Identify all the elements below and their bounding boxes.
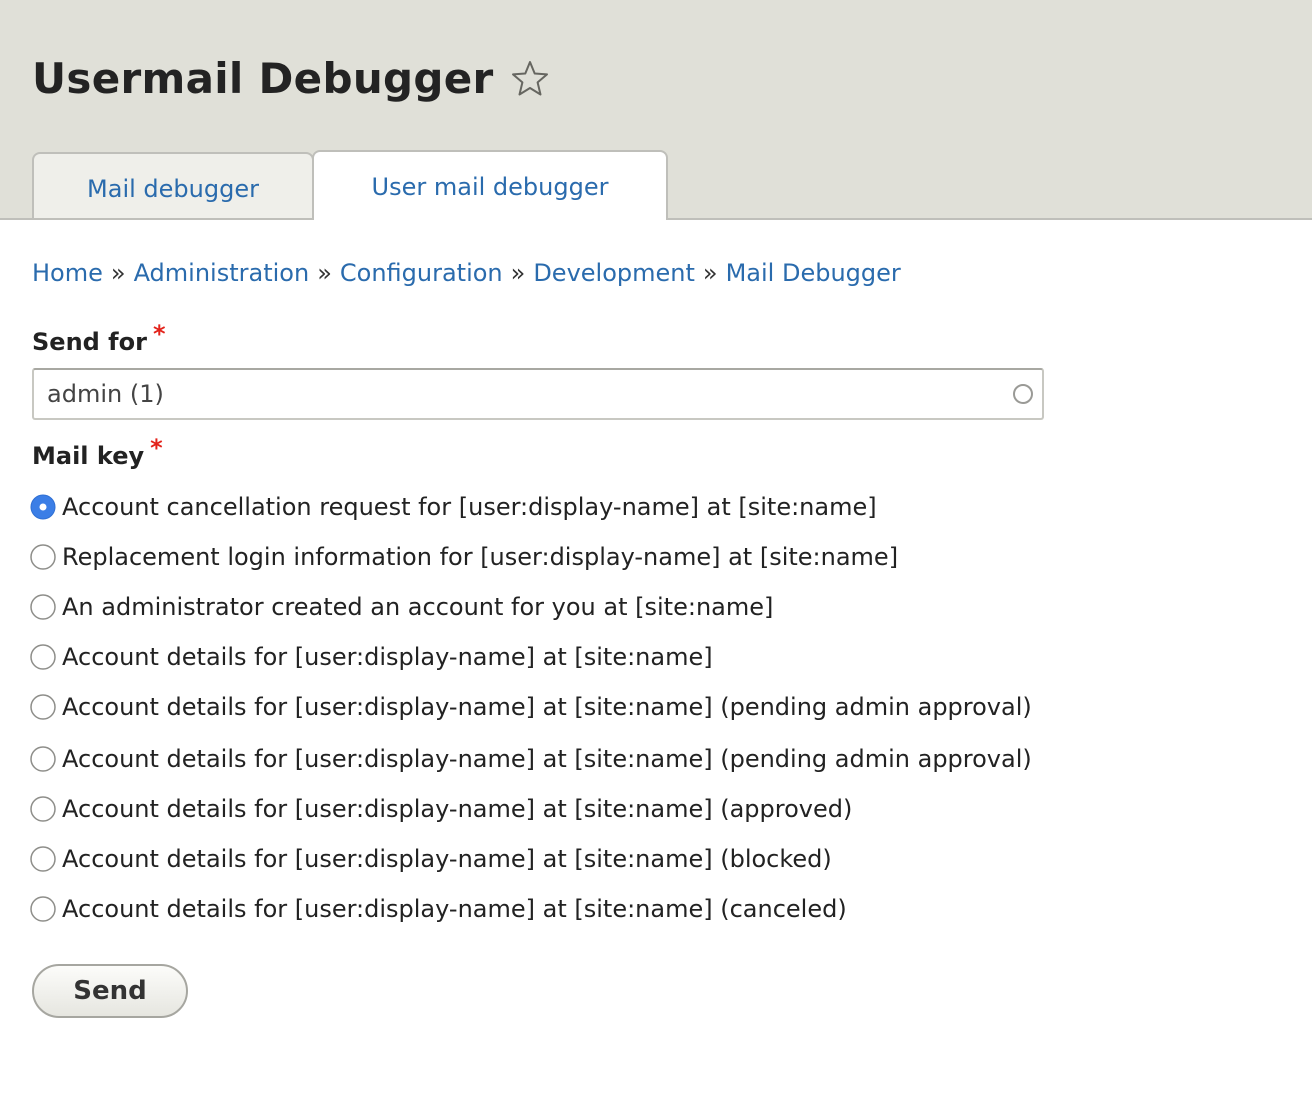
breadcrumb-configuration[interactable]: Configuration — [340, 259, 503, 287]
radio-button[interactable] — [30, 746, 56, 772]
mail-key-option[interactable]: Account cancellation request for [user:d… — [30, 482, 1032, 532]
mail-key-option[interactable]: Account details for [user:display-name] … — [30, 834, 1032, 884]
mail-key-option-label: Account cancellation request for [user:d… — [62, 493, 877, 521]
star-outline-icon[interactable] — [510, 59, 550, 99]
send-button[interactable]: Send — [32, 964, 188, 1018]
send-for-input[interactable] — [34, 370, 1007, 418]
radio-button[interactable] — [30, 796, 56, 822]
radio-button[interactable] — [30, 694, 56, 720]
breadcrumb-development[interactable]: Development — [533, 259, 695, 287]
mail-key-option[interactable]: Replacement login information for [user:… — [30, 532, 1032, 582]
throbber-icon — [1013, 384, 1033, 404]
breadcrumb-separator: » — [702, 259, 718, 287]
breadcrumb-separator: » — [110, 259, 126, 287]
mail-key-option-label: Account details for [user:display-name] … — [62, 745, 1032, 773]
page-header: Usermail Debugger Mail debugger User mai… — [0, 0, 1312, 222]
breadcrumb-administration[interactable]: Administration — [134, 259, 310, 287]
send-for-label-text: Send for — [32, 328, 147, 356]
mail-key-radio-group: Account cancellation request for [user:d… — [30, 482, 1032, 934]
radio-button[interactable] — [30, 594, 56, 620]
mail-key-label: Mail key * — [32, 434, 163, 470]
mail-key-option[interactable]: Account details for [user:display-name] … — [30, 682, 1032, 732]
tab-user-mail-debugger-label: User mail debugger — [371, 173, 609, 201]
mail-key-option-label: Account details for [user:display-name] … — [62, 795, 853, 823]
radio-button[interactable] — [30, 644, 56, 670]
mail-key-option[interactable]: Account details for [user:display-name] … — [30, 784, 1032, 834]
mail-key-option-label: Account details for [user:display-name] … — [62, 643, 713, 671]
mail-key-option[interactable]: Account details for [user:display-name] … — [30, 734, 1032, 784]
mail-key-option[interactable]: Account details for [user:display-name] … — [30, 632, 1032, 682]
send-for-label: Send for * — [32, 320, 166, 356]
page-title: Usermail Debugger — [32, 54, 494, 103]
tab-user-mail-debugger[interactable]: User mail debugger — [312, 150, 668, 222]
mail-key-option-label: Account details for [user:display-name] … — [62, 895, 847, 923]
radio-button-selected[interactable] — [30, 494, 56, 520]
mail-key-option-label: Account details for [user:display-name] … — [62, 845, 832, 873]
required-marker: * — [152, 320, 166, 348]
mail-key-option[interactable]: Account details for [user:display-name] … — [30, 884, 1032, 934]
radio-button[interactable] — [30, 896, 56, 922]
mail-key-option-label: An administrator created an account for … — [62, 593, 774, 621]
breadcrumb-mail-debugger[interactable]: Mail Debugger — [726, 259, 901, 287]
tab-mail-debugger-label: Mail debugger — [87, 175, 259, 203]
mail-key-option[interactable]: An administrator created an account for … — [30, 582, 1032, 632]
tab-mail-debugger[interactable]: Mail debugger — [32, 152, 314, 218]
mail-key-option-label: Account details for [user:display-name] … — [62, 693, 1032, 721]
send-for-field — [32, 368, 1044, 420]
mail-key-option-label: Replacement login information for [user:… — [62, 543, 899, 571]
breadcrumb-separator: » — [317, 259, 332, 287]
breadcrumb-separator: » — [510, 259, 526, 287]
radio-button[interactable] — [30, 544, 56, 570]
main-content: Home» Administration» Configuration» Develo… — [0, 220, 1312, 1104]
required-marker: * — [150, 434, 163, 462]
breadcrumb: Home» Administration» Configuration» Develo… — [32, 256, 901, 290]
page-title-row: Usermail Debugger — [32, 50, 550, 108]
breadcrumb-home[interactable]: Home — [32, 259, 103, 287]
radio-button[interactable] — [30, 846, 56, 872]
mail-key-label-text: Mail key — [32, 442, 145, 470]
